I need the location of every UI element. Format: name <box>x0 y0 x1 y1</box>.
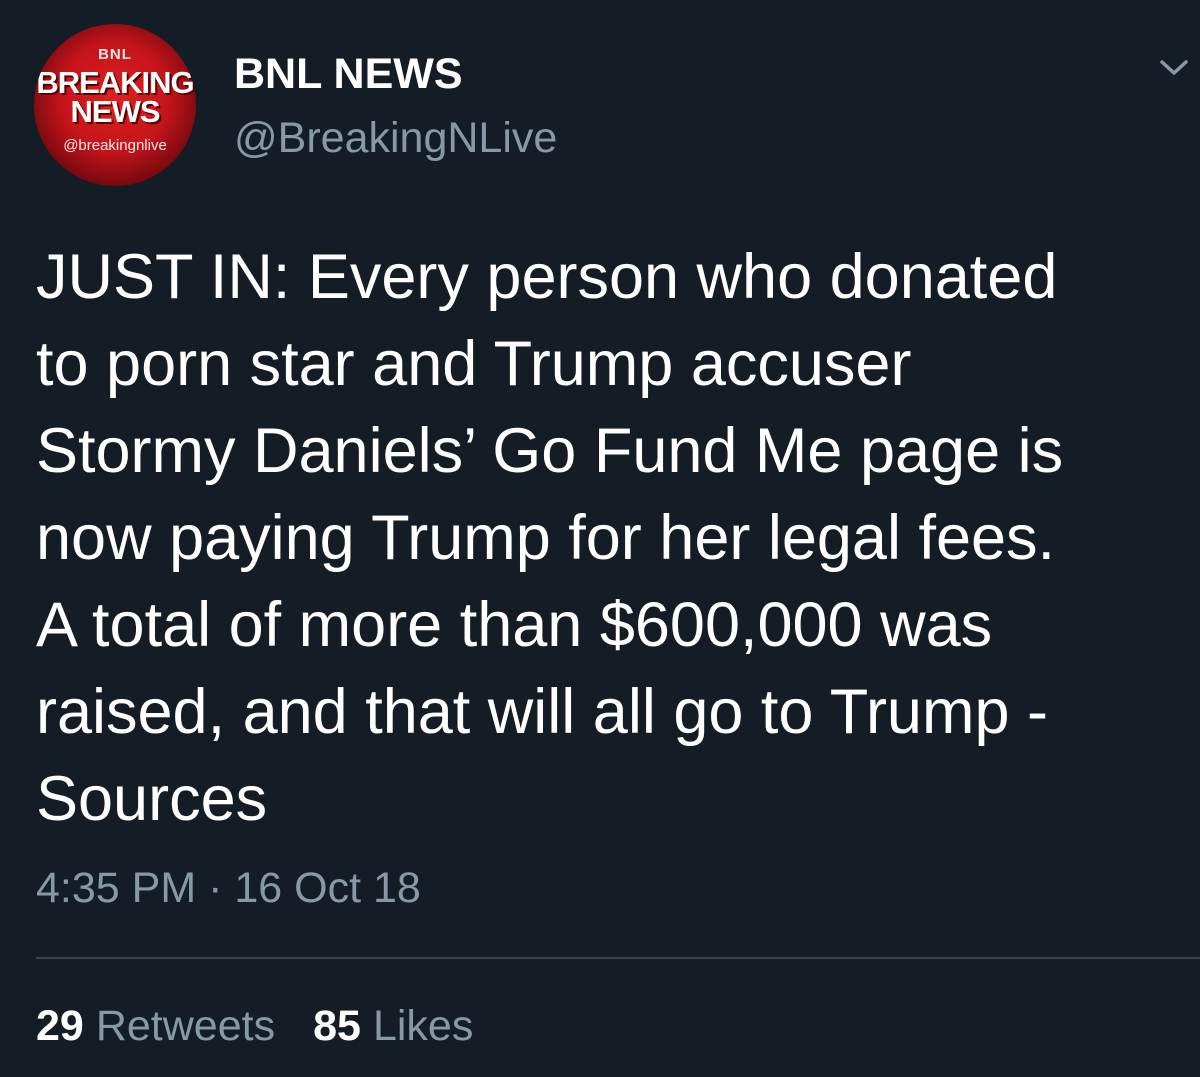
avatar-logo-text: BREAKING NEWS <box>34 65 196 129</box>
author-name[interactable]: BNL NEWS <box>234 50 463 98</box>
tweet-card: BNL BREAKING NEWS @breakingnlive BNL NEW… <box>0 0 1200 1077</box>
likes-label: Likes <box>372 1002 474 1050</box>
author-handle[interactable]: @BreakingNLive <box>234 112 557 164</box>
tweet-date: 16 Oct 18 <box>234 864 421 912</box>
tweet-text: JUST IN: Every person who donated to por… <box>36 242 1064 834</box>
avatar-line-2: NEWS <box>70 94 161 129</box>
avatar-top-text: BNL <box>98 46 132 63</box>
likes-stat[interactable]: 85 Likes <box>313 1000 473 1052</box>
avatar-line-1: BREAKING <box>36 65 194 100</box>
avatar-handle-text: @breakingnlive <box>63 137 167 154</box>
tweet-menu-button[interactable] <box>1154 48 1194 88</box>
retweets-label: Retweets <box>95 1002 276 1050</box>
divider <box>36 957 1200 959</box>
tweet-time: 4:35 PM <box>36 864 197 912</box>
avatar[interactable]: BNL BREAKING NEWS @breakingnlive <box>34 24 196 186</box>
chevron-down-icon <box>1160 60 1188 75</box>
tweet-stats: 29 Retweets 85 Likes <box>36 1000 473 1052</box>
meta-separator: · <box>208 864 223 912</box>
retweets-stat[interactable]: 29 Retweets <box>36 1000 275 1052</box>
tweet-timestamp[interactable]: 4:35 PM · 16 Oct 18 <box>36 862 421 914</box>
retweets-count: 29 <box>36 1002 84 1050</box>
likes-count: 85 <box>313 1002 361 1050</box>
